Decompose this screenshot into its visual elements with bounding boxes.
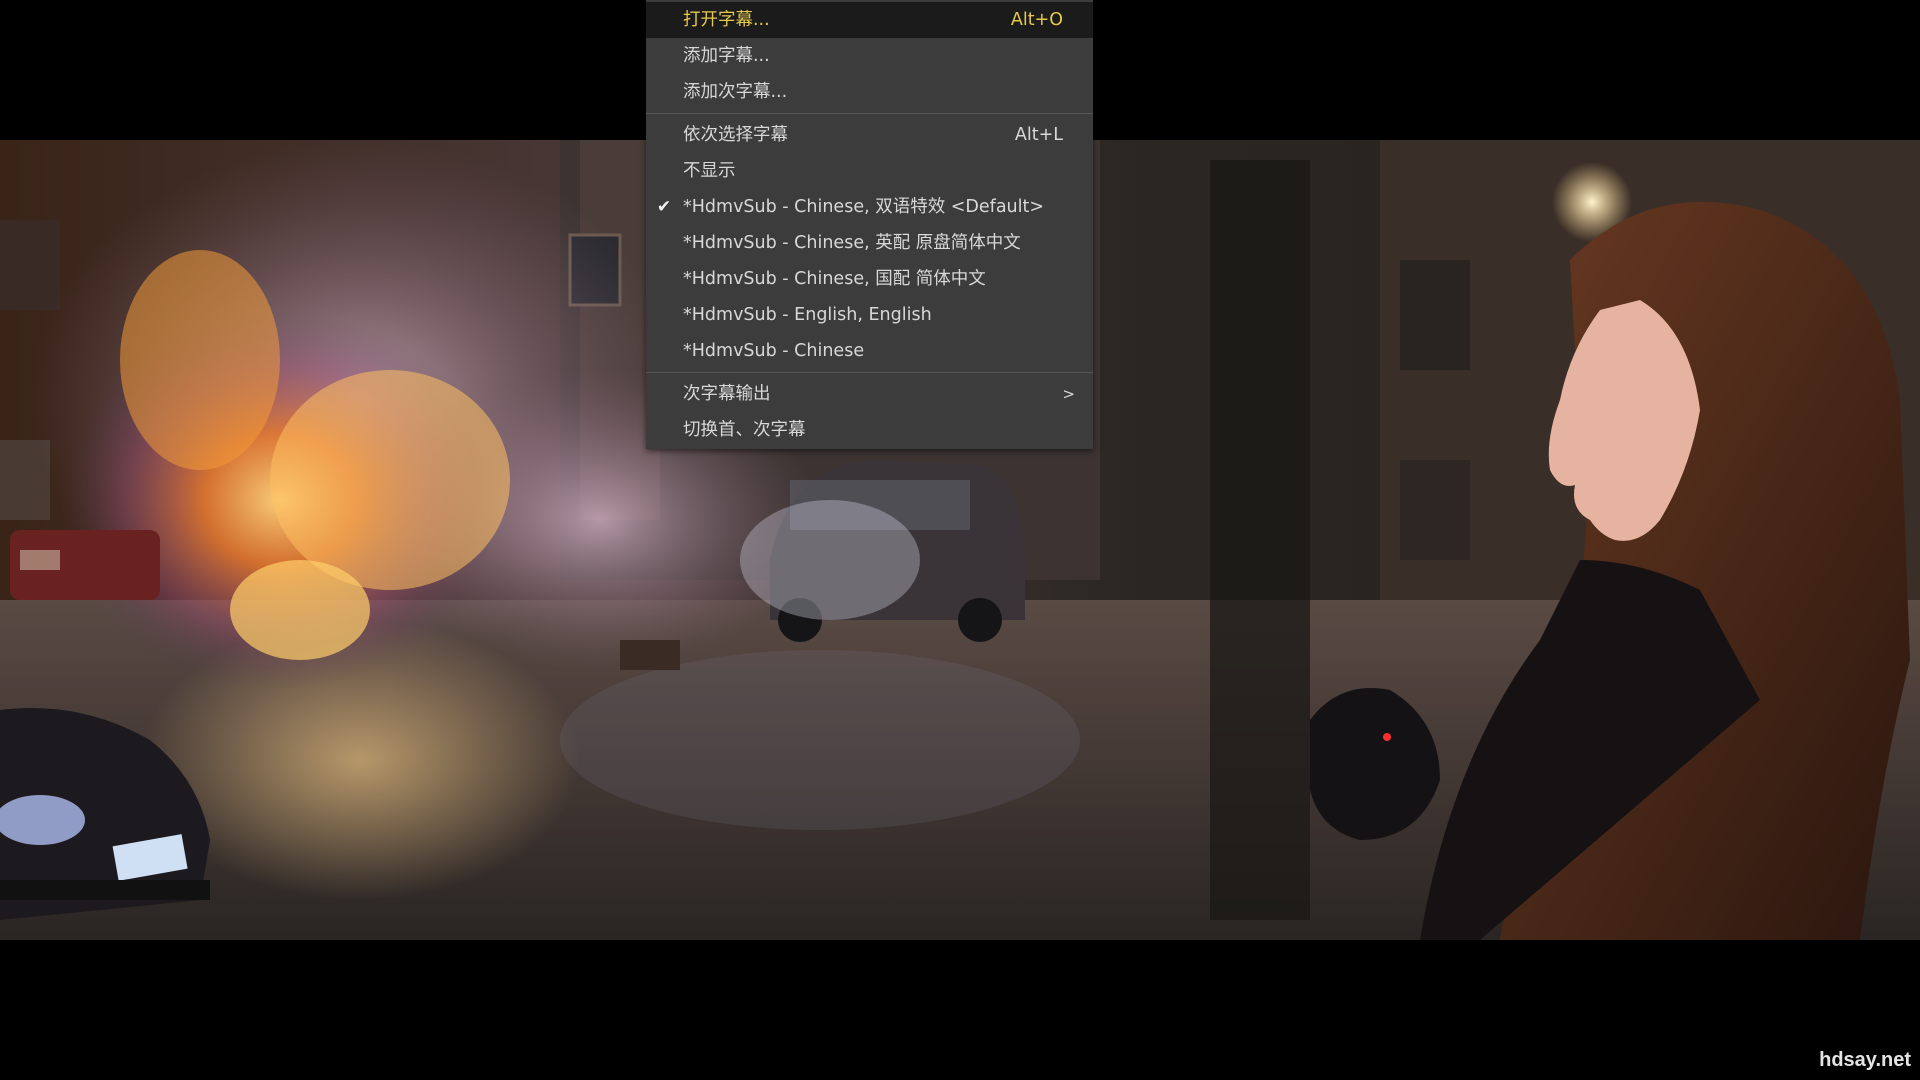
menu-item-label: *HdmvSub - Chinese, 国配 简体中文 (683, 269, 986, 289)
menu-item-add-secondary-subtitle[interactable]: 添加次字幕... (646, 74, 1093, 110)
menu-item-label: 依次选择字幕 (683, 125, 788, 145)
menu-item-swap-subtitles[interactable]: 切换首、次字幕 (646, 412, 1093, 448)
menu-separator (646, 372, 1093, 373)
subtitle-context-menu: 打开字幕... Alt+O 添加字幕... 添加次字幕... 依次选择字幕 Al… (646, 0, 1093, 449)
menu-item-subtitle-track-3[interactable]: *HdmvSub - Chinese, 国配 简体中文 (646, 261, 1093, 297)
menu-item-label: 次字幕输出 (683, 384, 771, 404)
menu-separator (646, 113, 1093, 114)
menu-item-cycle-subtitles[interactable]: 依次选择字幕 Alt+L (646, 117, 1093, 153)
checkmark-icon: ✔ (656, 197, 672, 217)
menu-item-label: 添加次字幕... (683, 82, 788, 102)
menu-item-add-subtitle[interactable]: 添加字幕... (646, 38, 1093, 74)
menu-item-open-subtitle[interactable]: 打开字幕... Alt+O (646, 2, 1093, 38)
menu-item-shortcut: Alt+L (1014, 125, 1063, 145)
menu-item-shortcut: Alt+O (1010, 10, 1063, 30)
watermark-text: hdsay.net (1819, 1049, 1911, 1071)
menu-item-subtitle-track-1[interactable]: ✔ *HdmvSub - Chinese, 双语特效 <Default> (646, 189, 1093, 225)
menu-item-label: *HdmvSub - Chinese, 双语特效 <Default> (683, 197, 1045, 217)
menu-item-subtitle-track-5[interactable]: *HdmvSub - Chinese (646, 333, 1093, 369)
menu-item-label: 不显示 (683, 161, 736, 181)
menu-item-secondary-subtitle-output[interactable]: 次字幕输出 > (646, 376, 1093, 412)
submenu-arrow-icon: > (1062, 385, 1075, 403)
menu-item-subtitle-track-2[interactable]: *HdmvSub - Chinese, 英配 原盘简体中文 (646, 225, 1093, 261)
menu-item-label: *HdmvSub - Chinese, 英配 原盘简体中文 (683, 233, 1021, 253)
menu-item-subtitle-track-4[interactable]: *HdmvSub - English, English (646, 297, 1093, 333)
menu-item-label: 添加字幕... (683, 46, 770, 66)
menu-item-label: 切换首、次字幕 (683, 420, 806, 440)
menu-item-hide-subtitles[interactable]: 不显示 (646, 153, 1093, 189)
menu-item-label: 打开字幕... (683, 10, 770, 30)
menu-item-label: *HdmvSub - English, English (683, 305, 932, 325)
menu-item-label: *HdmvSub - Chinese (683, 341, 865, 361)
